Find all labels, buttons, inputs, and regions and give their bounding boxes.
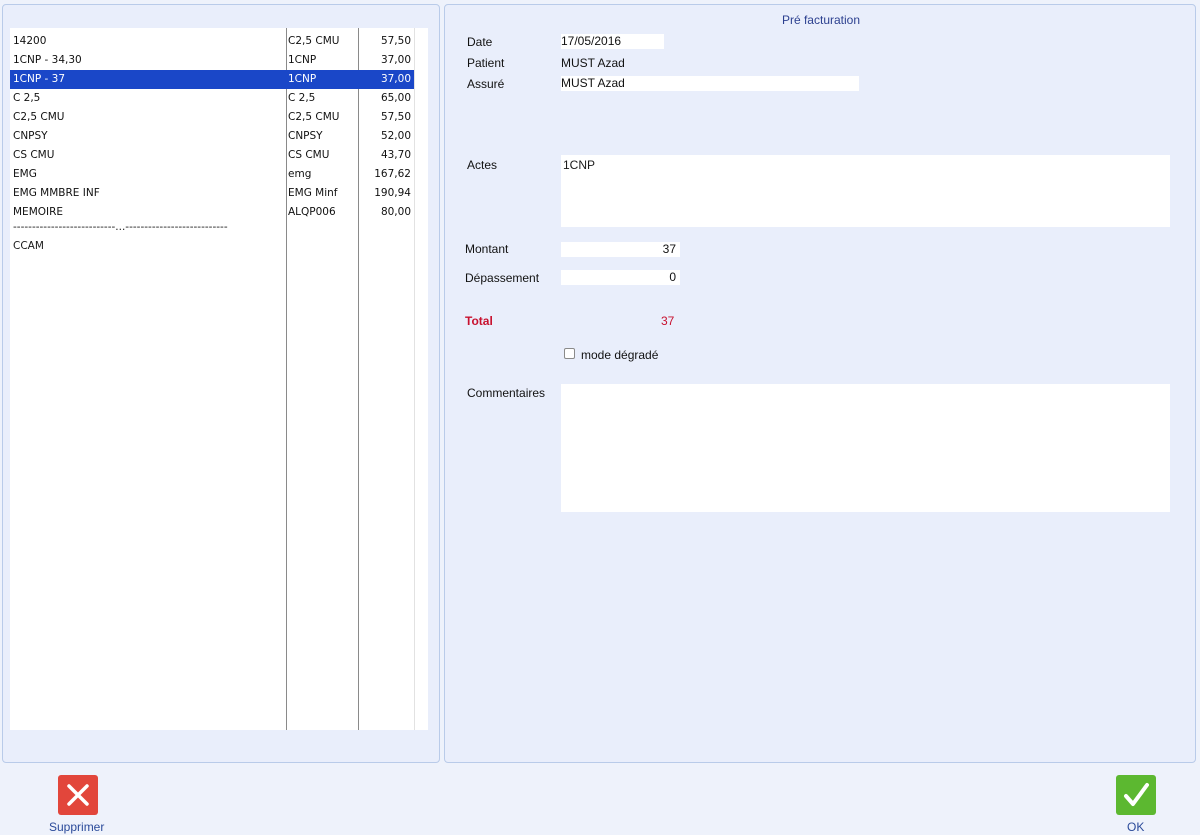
act-code: 1CNP	[288, 54, 317, 66]
commentaires-label: Commentaires	[467, 386, 546, 400]
commentaires-field[interactable]	[561, 384, 1170, 512]
acts-list-panel: ---------------------------...----------…	[2, 4, 440, 763]
montant-label: Montant	[465, 242, 509, 256]
act-name: MEMOIRE	[13, 206, 64, 218]
act-code: EMG Minf	[288, 187, 338, 199]
act-name: C2,5 CMU	[13, 111, 65, 123]
patient-value: MUST Azad	[561, 56, 625, 70]
act-name: CS CMU	[13, 149, 55, 161]
actes-field[interactable]: 1CNP	[561, 155, 1170, 227]
act-code: 1CNP	[288, 73, 317, 85]
act-amount: 57,50	[380, 35, 411, 47]
commentaires-value	[561, 384, 1170, 390]
actes-value: 1CNP	[563, 158, 596, 172]
patient-label: Patient	[467, 56, 505, 70]
mode-degrade-checkbox[interactable]	[564, 348, 575, 359]
close-icon	[67, 784, 89, 806]
actes-label: Actes	[467, 158, 498, 172]
act-name: EMG	[13, 168, 37, 180]
act-amount: 65,00	[380, 92, 411, 104]
act-code: C2,5 CMU	[288, 35, 340, 47]
list-row[interactable]: C2,5 CMU C2,5 CMU 57,50	[10, 108, 414, 127]
act-amount: 190,94	[374, 187, 411, 199]
mode-degrade-label[interactable]: mode dégradé	[581, 348, 658, 362]
act-name: C 2,5	[13, 92, 41, 104]
list-column-divider	[414, 28, 415, 730]
act-amount: 37,00	[380, 54, 411, 66]
list-row[interactable]: MEMOIRE ALQP006 80,00	[10, 203, 414, 222]
act-code: CS CMU	[288, 149, 330, 161]
act-name: 1CNP - 37	[13, 73, 66, 85]
act-amount: 80,00	[380, 206, 411, 218]
list-row[interactable]: 1CNP - 37 1CNP 37,00	[10, 70, 414, 89]
assure-label: Assuré	[467, 77, 505, 91]
act-name: CNPSY	[13, 130, 48, 142]
montant-field[interactable]: 37	[561, 242, 680, 257]
depassement-field[interactable]: 0	[561, 270, 680, 285]
check-icon	[1124, 783, 1149, 806]
act-name: 1CNP - 34,30	[13, 54, 82, 66]
date-label: Date	[467, 35, 493, 49]
list-row[interactable]: 1CNP - 34,30 1CNP 37,00	[10, 51, 414, 70]
act-code: CNPSY	[288, 130, 323, 142]
billing-form-panel: Pré facturation Date 17/05/2016 Patient …	[444, 4, 1196, 763]
depassement-label: Dépassement	[465, 271, 540, 285]
total-value: 37	[661, 314, 675, 328]
act-code: ALQP006	[288, 206, 336, 218]
list-row[interactable]: EMG emg 167,62	[10, 165, 414, 184]
assure-field[interactable]: MUST Azad	[561, 76, 859, 91]
list-row[interactable]: C 2,5 C 2,5 65,00	[10, 89, 414, 108]
act-amount: 52,00	[380, 130, 411, 142]
list-row[interactable]: 14200 C2,5 CMU 57,50	[10, 32, 414, 51]
act-code: emg	[288, 168, 312, 180]
delete-button[interactable]	[58, 775, 98, 815]
act-name: 14200	[13, 35, 47, 47]
delete-button-label[interactable]: Supprimer	[49, 820, 104, 834]
date-field[interactable]: 17/05/2016	[561, 34, 664, 49]
list-item-ccam[interactable]: CCAM	[13, 240, 44, 252]
total-label: Total	[465, 314, 493, 328]
act-code: C2,5 CMU	[288, 111, 340, 123]
list-separator: ---------------------------...----------…	[13, 221, 228, 233]
act-code: C 2,5	[288, 92, 316, 104]
acts-list[interactable]: ---------------------------...----------…	[10, 28, 428, 730]
act-amount: 37,00	[380, 73, 411, 85]
ok-button-label[interactable]: OK	[1127, 820, 1144, 834]
form-title: Pré facturation	[781, 13, 861, 27]
act-amount: 167,62	[374, 168, 411, 180]
list-row[interactable]: EMG MMBRE INF EMG Minf 190,94	[10, 184, 414, 203]
ok-button[interactable]	[1116, 775, 1156, 815]
act-amount: 43,70	[380, 149, 411, 161]
list-row[interactable]: CS CMU CS CMU 43,70	[10, 146, 414, 165]
act-name: EMG MMBRE INF	[13, 187, 100, 199]
list-row[interactable]: CNPSY CNPSY 52,00	[10, 127, 414, 146]
act-amount: 57,50	[380, 111, 411, 123]
